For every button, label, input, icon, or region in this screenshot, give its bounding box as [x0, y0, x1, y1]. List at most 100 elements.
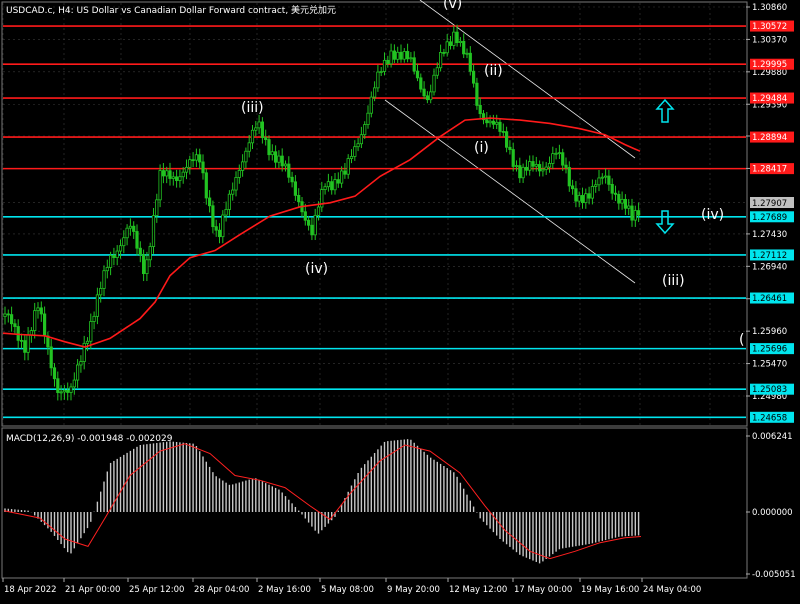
candle-body: [125, 227, 129, 239]
candle-body: [396, 51, 400, 60]
candle-body: [557, 152, 562, 155]
candle-body: [247, 142, 251, 152]
candle-body: [402, 51, 406, 60]
candle-body: [250, 129, 255, 144]
candle-body: [336, 179, 340, 184]
candle-body: [9, 314, 14, 325]
up-arrow-icon: [655, 98, 675, 123]
candle-body: [69, 386, 73, 393]
candle-body: [475, 82, 479, 106]
candle-body: [316, 206, 321, 216]
candle-body: [138, 247, 142, 256]
candle-body: [412, 57, 416, 72]
time-tick-label: 2 May 16:00: [258, 585, 311, 595]
time-tick-label: 24 May 04:00: [643, 585, 701, 595]
candle-body: [49, 346, 53, 369]
time-tick-label: 28 Apr 04:00: [194, 585, 249, 595]
candle-body: [79, 361, 83, 366]
candle-body: [637, 210, 641, 216]
candle-body: [36, 307, 40, 312]
candle-body: [306, 219, 311, 226]
candle-body: [214, 226, 218, 231]
candle-body: [508, 146, 512, 150]
candle-body: [135, 231, 139, 249]
support-level-value: 1.25696: [752, 345, 787, 355]
candle-body: [597, 177, 601, 186]
candle-body: [118, 245, 123, 252]
wave-label-iii-right: (iii): [662, 273, 685, 289]
candle-body: [148, 246, 152, 261]
candle-body: [273, 151, 278, 163]
candle-body: [422, 88, 426, 97]
candle-body: [267, 139, 271, 156]
candle-body: [102, 270, 106, 289]
wave-label-iii-top: (iii): [241, 100, 264, 116]
candle-body: [270, 151, 274, 156]
candle-body: [442, 52, 446, 54]
candle-body: [3, 313, 7, 318]
candle-body: [237, 170, 241, 178]
candle-body: [280, 155, 284, 167]
candle-body: [290, 176, 294, 183]
candle-body: [356, 143, 360, 148]
candle-body: [425, 95, 430, 101]
time-tick-label: 18 Apr 2022: [4, 585, 57, 595]
time-tick-label: 21 Apr 00:00: [65, 585, 120, 595]
candle-body: [145, 259, 149, 275]
candle-body: [462, 40, 466, 55]
current-price-text: 1.27907: [752, 199, 787, 209]
current-price-badge: 1.27907: [750, 197, 794, 209]
candle-body: [369, 96, 373, 114]
candle-body: [471, 70, 476, 84]
candle-body: [468, 52, 472, 72]
candle-body: [478, 105, 482, 115]
candle-body: [620, 198, 624, 204]
candle-body: [323, 186, 327, 190]
candle-body: [580, 195, 585, 204]
chart-window[interactable]: USDCAD.c, H4: US Dollar vs Canadian Doll…: [0, 0, 800, 600]
candle-body: [181, 171, 185, 178]
candle-body: [607, 175, 611, 185]
time-tick-label: 5 May 08:00: [321, 585, 374, 595]
candle-body: [56, 378, 60, 393]
candle-body: [122, 237, 126, 247]
candle-body: [99, 288, 103, 296]
candle-body: [399, 51, 403, 60]
candle-body: [174, 176, 179, 181]
candle-body: [303, 211, 307, 221]
candle-body: [109, 255, 113, 268]
down-arrow-icon: [655, 210, 675, 235]
candle-body: [165, 170, 169, 177]
wave-label-i: (i): [474, 140, 489, 156]
candle-body: [627, 205, 631, 209]
candle-body: [254, 127, 258, 131]
candle-body: [333, 179, 337, 191]
candle-body: [574, 188, 578, 202]
candle-body: [359, 134, 364, 145]
candle-body: [191, 159, 195, 162]
candle-body: [429, 91, 433, 101]
wave-label-iv-left: (iv): [305, 261, 328, 277]
candle-body: [151, 215, 156, 247]
candle-body: [85, 340, 90, 344]
candle-body: [498, 121, 502, 132]
candle-body: [207, 197, 212, 207]
macd-histogram: [4, 439, 640, 564]
candle-body: [590, 186, 595, 199]
candle-body: [455, 31, 459, 44]
support-level-value: 1.26461: [752, 294, 787, 304]
candle-body: [155, 199, 159, 216]
candle-body: [415, 70, 420, 79]
chart-canvas[interactable]: USDCAD.c, H4: US Dollar vs Canadian Doll…: [0, 0, 800, 600]
candle-body: [72, 379, 76, 388]
candle-body: [419, 77, 423, 90]
candle-body: [141, 254, 146, 275]
candle-body: [445, 41, 449, 54]
candle-body: [62, 389, 67, 393]
macd-tick-label: 0.000000: [752, 508, 793, 518]
support-level-value: 1.24658: [752, 413, 787, 423]
candle-body: [184, 166, 189, 173]
time-axis[interactable]: 18 Apr 2022 21 Apr 00:00 25 Apr 12:00 28 Ap…: [2, 578, 701, 595]
candle-body: [376, 71, 380, 89]
price-tick-label: 1.30370: [752, 35, 787, 45]
